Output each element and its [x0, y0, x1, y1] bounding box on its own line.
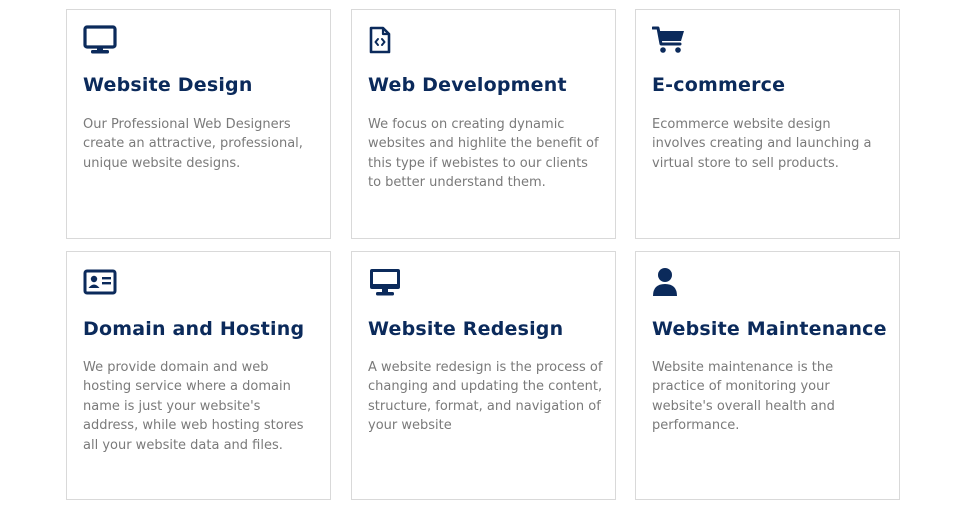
service-card-domain-and-hosting: Domain and Hosting We provide domain and…: [66, 251, 331, 500]
id-card-icon: [83, 267, 117, 299]
service-description: Website maintenance is the practice of m…: [652, 360, 835, 434]
service-title: Web Development: [368, 74, 567, 96]
service-description: We provide domain and web hosting servic…: [83, 360, 304, 453]
shopping-cart-icon: [652, 25, 686, 57]
services-grid: Website Design Our Professional Web Desi…: [0, 0, 953, 512]
service-description: A website redesign is the process of cha…: [368, 360, 603, 434]
user-icon: [652, 267, 686, 299]
service-card-website-design: Website Design Our Professional Web Desi…: [66, 9, 331, 239]
service-title: Domain and Hosting: [83, 318, 305, 340]
service-card-website-maintenance: Website Maintenance Website maintenance …: [635, 251, 900, 500]
code-file-icon: [368, 25, 402, 57]
service-card-website-redesign: Website Redesign A website redesign is t…: [351, 251, 616, 500]
service-card-web-development: Web Development We focus on creating dyn…: [351, 9, 616, 239]
desktop-monitor-icon: [83, 25, 117, 57]
service-card-e-commerce: E-commerce Ecommerce website design invo…: [635, 9, 900, 239]
desktop-monitor-icon: [368, 267, 402, 299]
service-description: We focus on creating dynamic websites an…: [368, 117, 599, 191]
service-title: E-commerce: [652, 74, 786, 96]
service-title: Website Redesign: [368, 318, 564, 340]
service-description: Ecommerce website design involves creati…: [652, 117, 872, 171]
service-description: Our Professional Web Designers create an…: [83, 117, 303, 171]
service-title: Website Design: [83, 74, 253, 96]
service-title: Website Maintenance: [652, 318, 887, 340]
